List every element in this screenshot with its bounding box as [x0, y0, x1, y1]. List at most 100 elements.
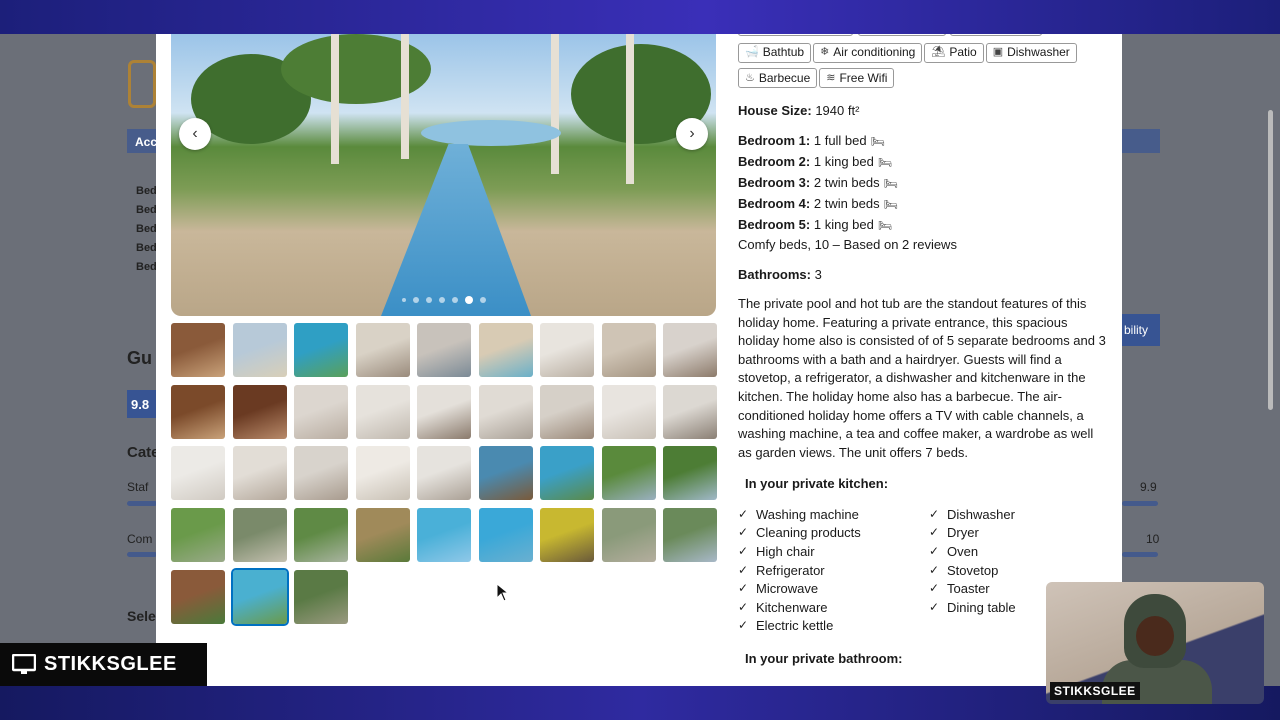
carousel-dot[interactable] [451, 297, 458, 303]
prev-photo-button[interactable]: ‹ [179, 118, 211, 150]
main-photo[interactable]: ‹ › [171, 34, 716, 316]
facility-tag: ⛱ Patio [924, 42, 984, 63]
mouse-cursor [496, 583, 510, 602]
bedroom-row: Bedroom 1: 1 full bed 🛏 [738, 131, 1108, 152]
bedroom-value: 1 full bed [813, 133, 867, 148]
facility-tag: ≋ Free Wifi [819, 68, 895, 88]
clipped-tag-row [738, 34, 1108, 36]
chevron-right-icon: › [689, 125, 695, 142]
photo-thumbnail[interactable] [417, 446, 471, 501]
photo-thumbnail[interactable] [601, 446, 656, 501]
photo-thumbnail[interactable] [355, 323, 410, 377]
facility-tag-label: Barbecue [758, 70, 811, 85]
bed-icon: 🛏 [870, 136, 885, 148]
photo-thumbnail[interactable] [417, 323, 471, 377]
photo-thumbnail[interactable] [171, 569, 225, 624]
carousel-dot[interactable] [425, 297, 432, 303]
photo-thumbnail[interactable] [663, 508, 717, 563]
photo-thumbnail[interactable] [355, 446, 410, 501]
calendar-box [128, 60, 156, 108]
photo-thumbnail[interactable] [601, 323, 656, 377]
photo-thumbnail[interactable] [294, 569, 348, 624]
photo-thumbnail[interactable] [478, 508, 533, 563]
photo-thumbnail[interactable] [540, 323, 594, 377]
photo-thumbnail[interactable] [294, 384, 348, 439]
carousel-dot[interactable] [401, 298, 406, 302]
carousel-dot[interactable] [479, 297, 486, 303]
bg-bed-4: Bed [136, 242, 157, 254]
checkmark-icon: ✓ [929, 599, 940, 614]
photo-thumbnail[interactable] [355, 384, 410, 439]
amenity-label: Stovetop [947, 562, 999, 578]
bed-icon: 🛏 [883, 178, 898, 190]
checkmark-icon: ✓ [929, 543, 940, 558]
amenity-item: ✓ Electric kettle [738, 617, 861, 636]
facility-tag-label: Free Wifi [839, 70, 888, 85]
carousel-dot[interactable] [412, 297, 419, 303]
photo-thumbnail[interactable] [171, 508, 225, 563]
photo-thumbnail[interactable] [294, 446, 348, 501]
photo-thumbnail[interactable] [540, 446, 594, 501]
checkmark-icon: ✓ [738, 599, 749, 614]
photo-thumbnail[interactable] [294, 323, 348, 377]
bg-availability-label: bility [1124, 323, 1149, 337]
chevron-left-icon: ‹ [192, 125, 198, 142]
photo-thumbnail[interactable] [478, 384, 533, 439]
facility-tag: ♨ Barbecue [738, 68, 818, 88]
next-photo-button[interactable]: › [676, 118, 708, 150]
bedroom-row: Bedroom 2: 1 king bed 🛏 [738, 152, 1108, 173]
bg-header-bar-right [1122, 129, 1160, 153]
photo-thumbnail[interactable] [478, 323, 533, 377]
dishwasher-icon: ▣ [992, 46, 1004, 58]
amenity-label: Cleaning products [756, 525, 861, 541]
photo-thumbnail[interactable] [232, 446, 287, 501]
house-size-value: 1940 ft² [815, 103, 860, 118]
photo-thumbnail[interactable] [478, 446, 533, 501]
amenity-label: High chair [756, 543, 815, 559]
bg-comfort-bar [127, 552, 157, 557]
photo-thumbnail[interactable] [663, 446, 717, 501]
amenity-item: ✓ Toaster [929, 579, 1016, 598]
photo-thumbnail[interactable] [540, 508, 594, 563]
photo-thumbnail[interactable] [417, 384, 471, 439]
photo-thumbnail[interactable] [232, 384, 287, 439]
photo-thumbnail[interactable] [663, 323, 717, 377]
amenity-item: ✓ Washing machine [738, 505, 861, 524]
photo-thumbnail[interactable] [230, 567, 289, 626]
photo-thumbnail[interactable] [171, 323, 225, 377]
carousel-dot[interactable] [438, 297, 445, 303]
carousel-dot[interactable] [464, 296, 473, 304]
photo-thumbnail[interactable] [601, 508, 656, 563]
bg-staff-bar [127, 501, 157, 506]
checkmark-icon: ✓ [738, 581, 749, 596]
bedroom-row: Bedroom 3: 2 twin beds 🛏 [738, 173, 1108, 194]
bg-bed-2: Bed [136, 204, 157, 216]
photo-thumbnail[interactable] [540, 384, 594, 439]
amenity-label: Dryer [947, 525, 979, 541]
bedroom-value: 1 king bed [813, 217, 874, 232]
amenity-item: ✓ Dining table [929, 598, 1016, 617]
scrollbar[interactable] [1268, 110, 1273, 410]
photo-thumbnail[interactable] [171, 384, 225, 439]
bg-staff-label: Staf [127, 480, 149, 494]
facility-tag: ❄ Air conditioning [813, 42, 923, 63]
streamer-name: STIKKSGLEE [44, 653, 177, 675]
photo-thumbnail[interactable] [232, 323, 287, 377]
photo-thumbnail[interactable] [232, 508, 287, 563]
photo-thumbnail[interactable] [417, 508, 471, 563]
amenity-item: ✓ Refrigerator [738, 561, 861, 580]
photo-thumbnail[interactable] [355, 508, 410, 563]
photo-thumbnail[interactable] [601, 384, 656, 439]
facility-tag-label: Bathtub [762, 45, 805, 59]
bg-guest-reviews-heading: Gu [127, 348, 152, 368]
photo-thumbnail[interactable] [171, 446, 225, 501]
bedroom-list: Bedroom 1: 1 full bed 🛏 Bedroom 2: 1 king … [738, 131, 1108, 236]
amenity-item: ✓ Stovetop [929, 561, 1016, 580]
photo-thumbnail[interactable] [663, 384, 717, 439]
bg-comfort-score: 10 [1146, 532, 1160, 546]
bg-comfort-bar-right [1122, 552, 1158, 557]
amenity-label: Dishwasher [947, 506, 1015, 522]
photo-thumbnail[interactable] [294, 508, 348, 563]
stream-frame-top [0, 0, 1280, 34]
bathrooms-label: Bathrooms: [738, 267, 811, 282]
